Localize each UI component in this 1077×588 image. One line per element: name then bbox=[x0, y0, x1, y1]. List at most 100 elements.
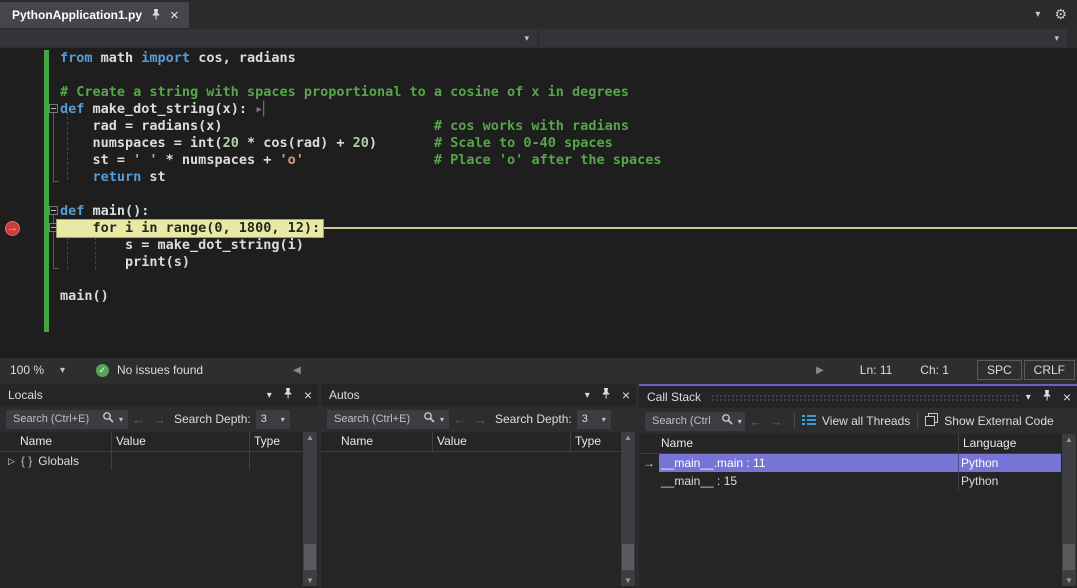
frame-margin: → bbox=[639, 454, 659, 472]
code-editor[interactable]: → from math import cos, radians # Create … bbox=[0, 48, 1077, 358]
column-header-name[interactable]: Name bbox=[321, 432, 433, 451]
scroll-up-icon[interactable]: ▲ bbox=[1062, 435, 1076, 444]
search-depth-dropdown[interactable]: 3 ▾ bbox=[577, 410, 611, 429]
frame-margin bbox=[639, 472, 659, 490]
show-external-code-button[interactable]: Show External Code bbox=[925, 413, 1053, 429]
nav-member-dropdown[interactable]: ▾ bbox=[539, 29, 1067, 47]
chevron-down-icon: ▾ bbox=[1054, 33, 1059, 44]
window-position-chevron-icon[interactable]: ▾ bbox=[1026, 392, 1031, 403]
search-back-icon[interactable]: ← bbox=[749, 414, 762, 429]
locals-grid: Name Value Type ▷{ }Globals bbox=[0, 432, 302, 588]
scroll-up-icon[interactable]: ▲ bbox=[303, 433, 317, 442]
scroll-down-icon[interactable]: ▼ bbox=[303, 576, 317, 585]
chevron-down-icon: ▾ bbox=[60, 365, 65, 376]
pin-icon[interactable] bbox=[283, 386, 293, 404]
scrollbar-thumb[interactable] bbox=[622, 544, 634, 570]
code-line[interactable]: s = make_dot_string(i) bbox=[60, 237, 661, 254]
expander-icon[interactable]: ▷ bbox=[8, 456, 15, 467]
call-stack-frame-row[interactable]: __main__ : 15Python bbox=[639, 472, 1061, 490]
code-line[interactable]: numspaces = int(20 * cos(rad) + 20) # Sc… bbox=[60, 135, 661, 152]
pin-icon[interactable] bbox=[1042, 388, 1052, 406]
search-depth-dropdown[interactable]: 3 ▾ bbox=[256, 410, 290, 429]
spaces-indicator[interactable]: SPC bbox=[977, 360, 1022, 380]
pin-icon[interactable] bbox=[601, 386, 611, 404]
code-line[interactable]: def make_dot_string(x): ▸▏ bbox=[60, 101, 661, 118]
call-stack-titlebar[interactable]: Call Stack ▾ × bbox=[639, 386, 1077, 408]
code-line[interactable]: def main(): bbox=[60, 203, 661, 220]
zoom-dropdown[interactable]: 100 % ▾ bbox=[0, 363, 90, 377]
code-line[interactable]: # Create a string with spaces proportion… bbox=[60, 84, 661, 101]
breakpoint-current-line-icon[interactable]: → bbox=[5, 221, 20, 236]
code-line[interactable] bbox=[60, 271, 661, 288]
column-header-language[interactable]: Language bbox=[959, 434, 1061, 453]
call-stack-frame-row[interactable]: →__main__.main : 11Python bbox=[639, 454, 1061, 472]
close-icon[interactable]: × bbox=[1063, 390, 1071, 404]
column-header-value[interactable]: Value bbox=[112, 432, 250, 451]
scroll-right-icon[interactable]: ▶ bbox=[816, 365, 824, 376]
gear-icon[interactable]: ⚙ bbox=[1054, 6, 1067, 23]
close-icon[interactable]: × bbox=[170, 8, 179, 23]
code-line[interactable]: st = ' ' * numspaces + 'o' # Place 'o' a… bbox=[60, 152, 661, 169]
autos-vertical-scrollbar[interactable]: ▲ ▼ bbox=[621, 432, 635, 586]
code-line[interactable]: from math import cos, radians bbox=[60, 50, 661, 67]
close-icon[interactable]: × bbox=[304, 388, 312, 402]
variable-type bbox=[250, 452, 302, 470]
locals-row[interactable]: ▷{ }Globals bbox=[0, 452, 302, 470]
locals-title: Locals bbox=[8, 388, 43, 402]
view-all-threads-button[interactable]: View all Threads bbox=[802, 414, 910, 429]
locals-search-input[interactable]: Search (Ctrl+E) ▾ bbox=[6, 410, 128, 429]
locals-vertical-scrollbar[interactable]: ▲ ▼ bbox=[303, 432, 317, 586]
code-line[interactable]: return st bbox=[60, 169, 661, 186]
close-icon[interactable]: × bbox=[622, 388, 630, 402]
document-tab-strip: PythonApplication1.py × ▾ ⚙ bbox=[0, 0, 1077, 28]
code-line[interactable] bbox=[60, 67, 661, 84]
call-stack-panel: Call Stack ▾ × Search (Ctrl ▾ ← → View a… bbox=[639, 384, 1077, 588]
autos-search-input[interactable]: Search (Ctrl+E) ▾ bbox=[327, 410, 449, 429]
search-forward-icon[interactable]: → bbox=[153, 412, 166, 427]
code-line[interactable]: for i in range(0, 1800, 12): bbox=[60, 220, 661, 237]
call-stack-vertical-scrollbar[interactable]: ▲ ▼ bbox=[1062, 434, 1076, 586]
search-forward-icon[interactable]: → bbox=[770, 414, 783, 429]
search-depth-label: Search Depth: bbox=[495, 412, 572, 426]
document-tab-title: PythonApplication1.py bbox=[12, 8, 142, 22]
scroll-up-icon[interactable]: ▲ bbox=[621, 433, 635, 442]
column-header-name[interactable]: Name bbox=[0, 432, 112, 451]
autos-title: Autos bbox=[329, 388, 360, 402]
pin-icon[interactable] bbox=[151, 8, 161, 22]
search-forward-icon[interactable]: → bbox=[474, 412, 487, 427]
document-tab[interactable]: PythonApplication1.py × bbox=[0, 2, 189, 28]
code-line[interactable]: rad = radians(x) # cos works with radian… bbox=[60, 118, 661, 135]
search-back-icon[interactable]: ← bbox=[453, 412, 466, 427]
column-header-value[interactable]: Value bbox=[433, 432, 571, 451]
column-header-type[interactable]: Type bbox=[250, 432, 302, 451]
column-header-name[interactable]: Name bbox=[639, 434, 959, 453]
tab-list-chevron-down-icon[interactable]: ▾ bbox=[1035, 9, 1040, 20]
call-stack-title: Call Stack bbox=[647, 390, 701, 404]
code-line[interactable] bbox=[60, 186, 661, 203]
fold-toggle[interactable] bbox=[49, 104, 58, 113]
window-position-chevron-icon[interactable]: ▾ bbox=[585, 390, 590, 401]
locals-titlebar[interactable]: Locals ▾ × bbox=[0, 384, 318, 406]
code-line[interactable]: main() bbox=[60, 288, 661, 305]
search-icon bbox=[423, 410, 435, 428]
frame-name: __main__ : 15 bbox=[659, 472, 959, 490]
search-back-icon[interactable]: ← bbox=[132, 412, 145, 427]
line-ending-indicator[interactable]: CRLF bbox=[1024, 360, 1075, 380]
fold-toggle[interactable] bbox=[49, 206, 58, 215]
code-line[interactable]: print(s) bbox=[60, 254, 661, 271]
scroll-left-icon[interactable]: ◀ bbox=[293, 365, 301, 376]
call-stack-toolbar: Search (Ctrl ▾ ← → View all Threads Show… bbox=[639, 408, 1077, 434]
autos-grid: Name Value Type bbox=[321, 432, 620, 588]
window-position-chevron-icon[interactable]: ▾ bbox=[267, 390, 272, 401]
nav-type-dropdown[interactable]: ▾ bbox=[0, 29, 537, 47]
scrollbar-thumb[interactable] bbox=[1063, 544, 1075, 570]
column-header-type[interactable]: Type bbox=[571, 432, 620, 451]
no-issues-check-icon: ✓ bbox=[96, 364, 109, 377]
search-depth-label: Search Depth: bbox=[174, 412, 251, 426]
call-stack-search-input[interactable]: Search (Ctrl ▾ bbox=[645, 412, 745, 431]
autos-titlebar[interactable]: Autos ▾ × bbox=[321, 384, 636, 406]
scroll-down-icon[interactable]: ▼ bbox=[1062, 576, 1076, 585]
scroll-down-icon[interactable]: ▼ bbox=[621, 576, 635, 585]
scrollbar-thumb[interactable] bbox=[304, 544, 316, 570]
zoom-level: 100 % bbox=[10, 363, 44, 377]
